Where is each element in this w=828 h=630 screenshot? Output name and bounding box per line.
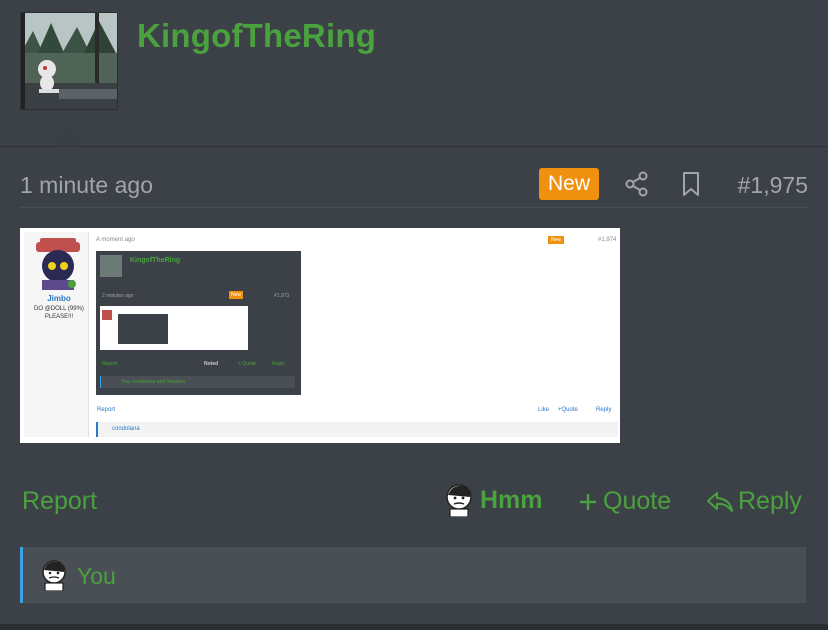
- embedded-inner-username: KingofTheRing: [130, 257, 181, 264]
- bookmark-icon[interactable]: [679, 171, 703, 197]
- bottom-border: [0, 624, 828, 630]
- avatar[interactable]: [20, 12, 118, 110]
- post-header: KingofTheRing: [0, 0, 828, 147]
- reply-button[interactable]: Reply: [706, 487, 802, 516]
- hmm-reaction-icon: [446, 484, 472, 517]
- username[interactable]: KingofTheRing: [137, 17, 376, 55]
- quote-label: Quote: [603, 487, 672, 515]
- embedded-inner-avatar: [100, 255, 122, 277]
- embedded-inner-reactions: You, condolana and Stephen: [100, 376, 295, 388]
- embedded-inner-report: Report: [102, 361, 118, 367]
- post-meta: 1 minute ago New #1,975: [20, 166, 808, 204]
- embedded-inner-badge: New: [229, 291, 244, 299]
- embedded-reacted-by: condolana: [112, 426, 140, 432]
- embedded-inner-reaction: Noted: [204, 361, 219, 367]
- post-time[interactable]: 1 minute ago: [20, 172, 153, 199]
- embedded-inner-screenshot: [100, 306, 248, 350]
- embedded-author-panel: Jimbo DO @DOLL (99%) PLEASE!!!: [24, 232, 89, 437]
- reply-icon: [707, 491, 733, 512]
- embedded-author-name: Jimbo: [47, 294, 71, 303]
- embedded-reply: Reply: [596, 407, 612, 413]
- share-icon[interactable]: [624, 171, 650, 197]
- reactions-bar[interactable]: You: [20, 547, 806, 603]
- attached-screenshot[interactable]: Jimbo DO @DOLL (99%) PLEASE!!! A moment …: [20, 228, 620, 443]
- avatar-image: [21, 13, 117, 109]
- plus-icon: [580, 493, 596, 510]
- embedded-quote: +Quote: [558, 407, 578, 413]
- report-link[interactable]: Report: [22, 487, 97, 516]
- embedded-inner-time: 2 minutes ago: [102, 293, 134, 299]
- new-badge: New: [539, 168, 599, 200]
- reaction-label: Hmm: [480, 485, 543, 514]
- quote-button[interactable]: Quote: [578, 487, 671, 516]
- reaction-button[interactable]: Hmm: [444, 483, 543, 517]
- divider: [20, 207, 808, 208]
- embedded-avatar: [36, 238, 80, 290]
- hmm-reaction-icon: [39, 559, 69, 596]
- reacted-by[interactable]: You: [77, 563, 116, 590]
- embedded-reactions: condolana: [96, 422, 618, 437]
- embedded-post-number: #1,974: [598, 237, 617, 243]
- avatar-pointer: [54, 128, 84, 146]
- embedded-inner-post: KingofTheRing 2 minutes ago New #1,973 R…: [96, 251, 301, 395]
- embedded-inner-post-number: #1,973: [274, 293, 290, 299]
- post-number[interactable]: #1,975: [738, 172, 808, 199]
- embedded-inner-reply: Reply: [272, 361, 285, 367]
- embedded-like: Like: [538, 407, 550, 413]
- post-actions: Report Hmm Quote Reply: [0, 478, 828, 524]
- embedded-report: Report: [97, 407, 116, 413]
- embedded-new-badge: New: [548, 236, 565, 244]
- embedded-time: A moment ago: [96, 237, 135, 243]
- embedded-inner-reacted-by: You, condolana and Stephen: [121, 379, 186, 385]
- reply-label: Reply: [738, 487, 802, 515]
- embedded-author-title: DO @DOLL (99%) PLEASE!!!: [34, 306, 84, 320]
- embedded-inner-quote: + Quote: [238, 361, 256, 367]
